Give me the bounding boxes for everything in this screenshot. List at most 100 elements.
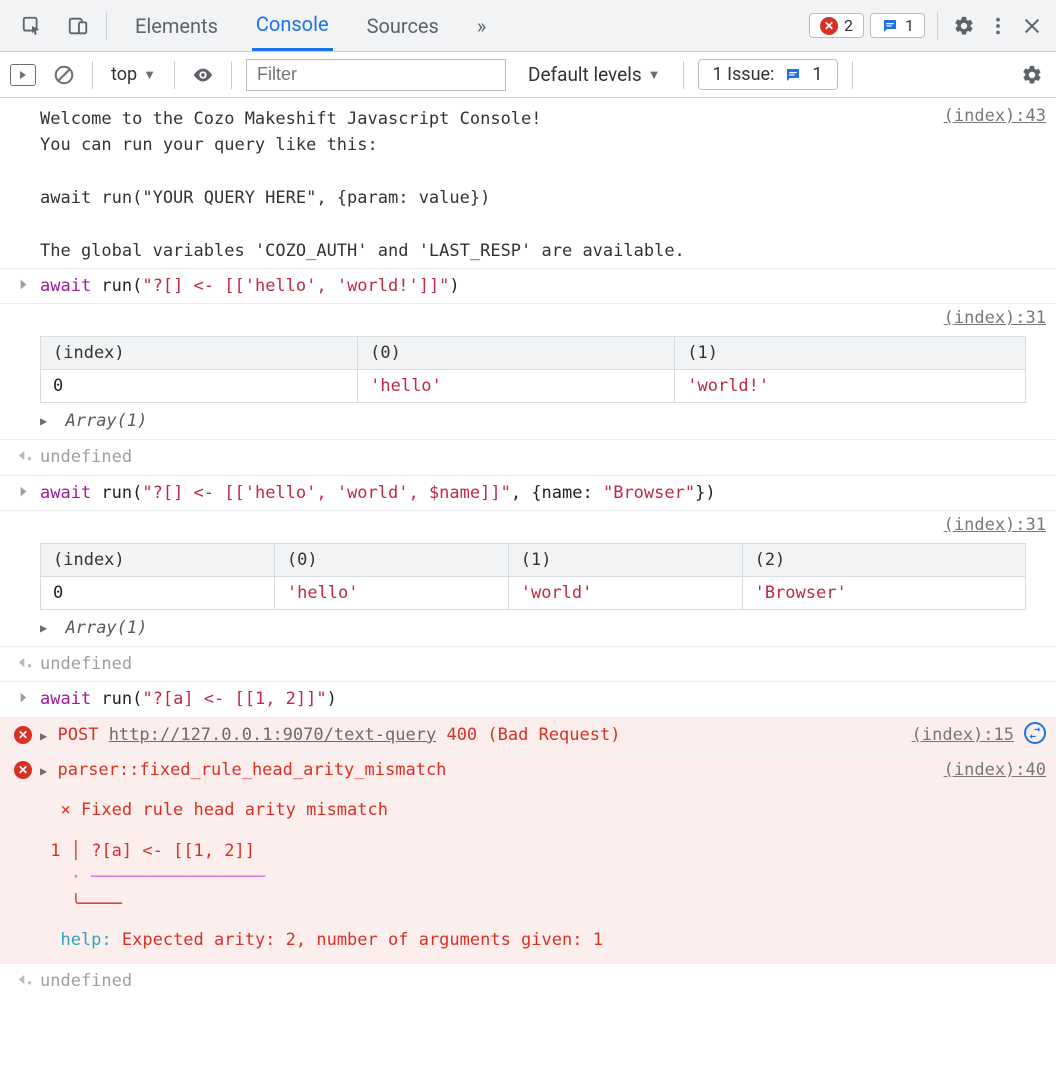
context-selector[interactable]: top ▼	[107, 64, 160, 85]
return-icon: ●	[6, 968, 40, 987]
divider	[937, 12, 938, 40]
return-icon: ●	[6, 651, 40, 670]
cell: 'hello'	[274, 577, 508, 610]
triangle-right-icon: ▶	[40, 621, 47, 635]
input-row: await run("?[] <- [['hello', 'world!']]"…	[0, 269, 1056, 304]
tab-sources[interactable]: Sources	[363, 0, 443, 51]
error-x-icon: ✕	[820, 17, 838, 35]
message-icon	[784, 66, 802, 84]
log-text: Welcome to the Cozo Makeshift Javascript…	[40, 106, 685, 264]
error-text: ▶ POST http://127.0.0.1:9070/text-query …	[40, 722, 1046, 748]
table-header: (0)	[274, 544, 508, 577]
output-row: (index):31 (index) (0) (1) 0 'hello' 'wo…	[0, 304, 1056, 440]
message-icon	[881, 17, 899, 35]
result-table: (index) (0) (1) 0 'hello' 'world!'	[40, 336, 1026, 403]
triangle-right-icon[interactable]: ▶	[40, 729, 47, 743]
input-chevron-icon	[6, 480, 40, 499]
input-chevron-icon	[6, 686, 40, 705]
xhr-replay-icon[interactable]	[1024, 722, 1046, 744]
cell: 'world!'	[675, 370, 1026, 403]
cell: 0	[41, 577, 275, 610]
error-row: ✕ ▶ parser::fixed_rule_head_arity_mismat…	[0, 753, 1056, 964]
return-icon: ●	[6, 444, 40, 463]
issues-label: 1 Issue:	[713, 64, 775, 85]
levels-label: Default levels	[528, 63, 642, 86]
table-row: 0 'hello' 'world!'	[41, 370, 1026, 403]
info-count-badge[interactable]: 1	[870, 13, 925, 38]
error-count: 2	[844, 16, 853, 35]
log-row: Welcome to the Cozo Makeshift Javascript…	[0, 98, 1056, 269]
return-row: ● undefined	[0, 647, 1056, 682]
input-code: await run("?[a] <- [[1, 2]]")	[40, 686, 1046, 712]
console-output: Welcome to the Cozo Makeshift Javascript…	[0, 98, 1056, 999]
chevron-down-icon: ▼	[648, 67, 661, 83]
device-toggle-icon[interactable]	[64, 12, 92, 40]
devtools-topbar: Elements Console Sources » ✕ 2 1	[0, 0, 1056, 52]
expand-array[interactable]: ▶ Array(1)	[40, 409, 1046, 435]
table-row: 0 'hello' 'world' 'Browser'	[41, 577, 1026, 610]
return-row: ● undefined	[0, 440, 1056, 475]
triangle-right-icon: ▶	[40, 414, 47, 428]
divider	[852, 61, 853, 89]
input-row: await run("?[a] <- [[1, 2]]")	[0, 682, 1056, 717]
gutter	[6, 515, 40, 519]
divider	[106, 12, 107, 40]
table-header: (index)	[41, 337, 358, 370]
error-badge-icon: ✕	[6, 722, 40, 744]
expand-array[interactable]: ▶ Array(1)	[40, 616, 1046, 642]
input-chevron-icon	[6, 273, 40, 292]
console-settings-gear-icon[interactable]	[1018, 61, 1046, 89]
return-value: undefined	[40, 651, 1046, 677]
tab-elements[interactable]: Elements	[131, 0, 222, 51]
output-row: (index):31 (index) (0) (1) (2) 0 'hello'…	[0, 511, 1056, 647]
tab-console[interactable]: Console	[252, 0, 333, 51]
cell: 'hello'	[358, 370, 675, 403]
log-levels-select[interactable]: Default levels ▼	[528, 63, 661, 86]
cell: 'world'	[508, 577, 742, 610]
table-header: (1)	[508, 544, 742, 577]
return-value: undefined	[40, 968, 1046, 994]
error-code-line: 1 │ ?[a] <- [[1, 2]]	[40, 838, 1046, 864]
source-link[interactable]: (index):31	[944, 308, 1046, 328]
error-count-badge[interactable]: ✕ 2	[809, 13, 864, 38]
divider	[92, 61, 93, 89]
error-line: ╰────	[40, 891, 1046, 917]
close-icon[interactable]	[1018, 12, 1046, 40]
divider	[683, 61, 684, 89]
live-expression-eye-icon[interactable]	[189, 61, 217, 89]
gutter	[6, 106, 40, 110]
settings-gear-icon[interactable]	[950, 12, 978, 40]
source-link[interactable]: (index):43	[944, 106, 1046, 126]
error-underline: · ─────────────────	[40, 864, 1046, 890]
divider	[231, 61, 232, 89]
gutter	[6, 308, 40, 312]
request-url[interactable]: http://127.0.0.1:9070/text-query	[109, 725, 437, 745]
table-header: (1)	[675, 337, 1026, 370]
error-row: ✕ ▶ POST http://127.0.0.1:9070/text-quer…	[0, 718, 1056, 753]
toggle-drawer-icon[interactable]	[10, 64, 36, 86]
cell: 'Browser'	[742, 577, 1025, 610]
kebab-menu-icon[interactable]	[984, 12, 1012, 40]
triangle-right-icon[interactable]: ▶	[40, 764, 47, 778]
tabs-overflow-icon[interactable]: »	[473, 0, 490, 51]
cell: 0	[41, 370, 358, 403]
source-link[interactable]: (index):15	[912, 722, 1014, 748]
filter-input[interactable]	[246, 59, 506, 91]
source-link[interactable]: (index):31	[944, 515, 1046, 535]
inspect-element-icon[interactable]	[18, 12, 46, 40]
error-badge-icon: ✕	[6, 757, 40, 779]
error-help: help: Expected arity: 2, number of argum…	[40, 927, 1046, 953]
input-code: await run("?[] <- [['hello', 'world!']]"…	[40, 273, 1046, 299]
info-count: 1	[905, 16, 914, 35]
source-link[interactable]: (index):40	[944, 757, 1046, 783]
table-header: (index)	[41, 544, 275, 577]
issues-button[interactable]: 1 Issue: 1	[698, 59, 838, 90]
input-row: await run("?[] <- [['hello', 'world', $n…	[0, 476, 1056, 511]
input-code: await run("?[] <- [['hello', 'world', $n…	[40, 480, 1046, 506]
error-line: × Fixed rule head arity mismatch	[40, 797, 1046, 823]
result-table: (index) (0) (1) (2) 0 'hello' 'world' 'B…	[40, 543, 1026, 610]
console-toolbar: top ▼ Default levels ▼ 1 Issue: 1	[0, 52, 1056, 98]
context-label: top	[111, 64, 137, 85]
divider	[174, 61, 175, 89]
clear-console-icon[interactable]	[50, 61, 78, 89]
